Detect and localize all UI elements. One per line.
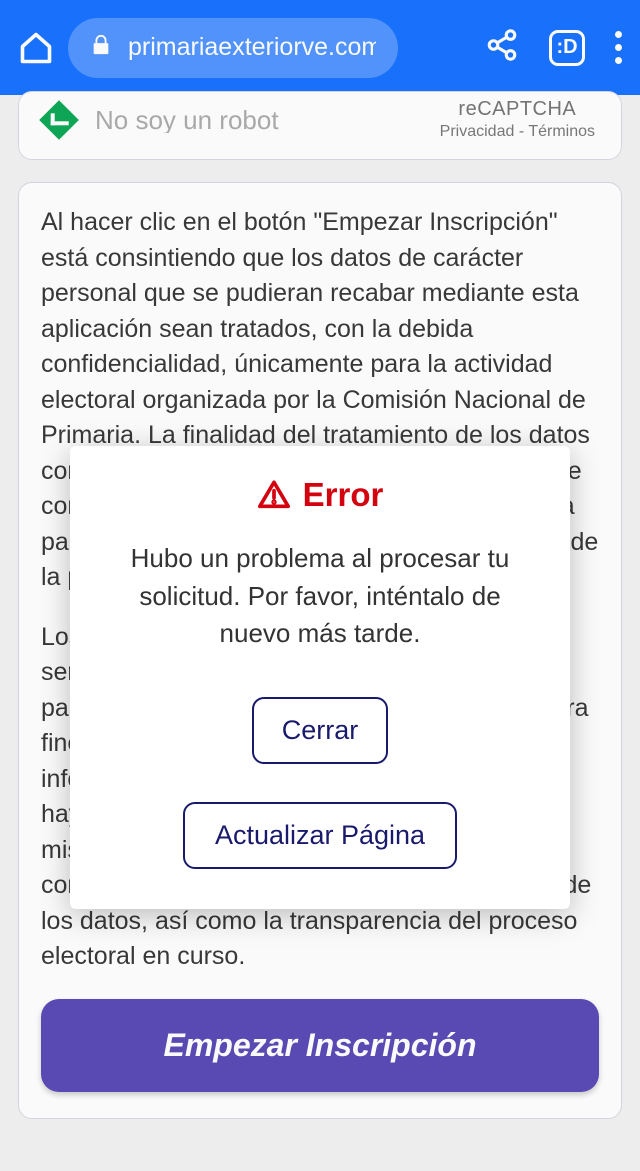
modal-message: Hubo un problema al procesar tu solicitu… (104, 540, 536, 653)
refresh-button[interactable]: Actualizar Página (183, 802, 457, 869)
error-modal: Error Hubo un problema al procesar tu so… (70, 446, 570, 909)
close-button[interactable]: Cerrar (252, 697, 389, 764)
modal-title-text: Error (303, 476, 384, 514)
modal-title: Error (104, 476, 536, 514)
warning-icon (257, 478, 291, 512)
modal-backdrop: Error Hubo un problema al procesar tu so… (0, 0, 640, 1171)
